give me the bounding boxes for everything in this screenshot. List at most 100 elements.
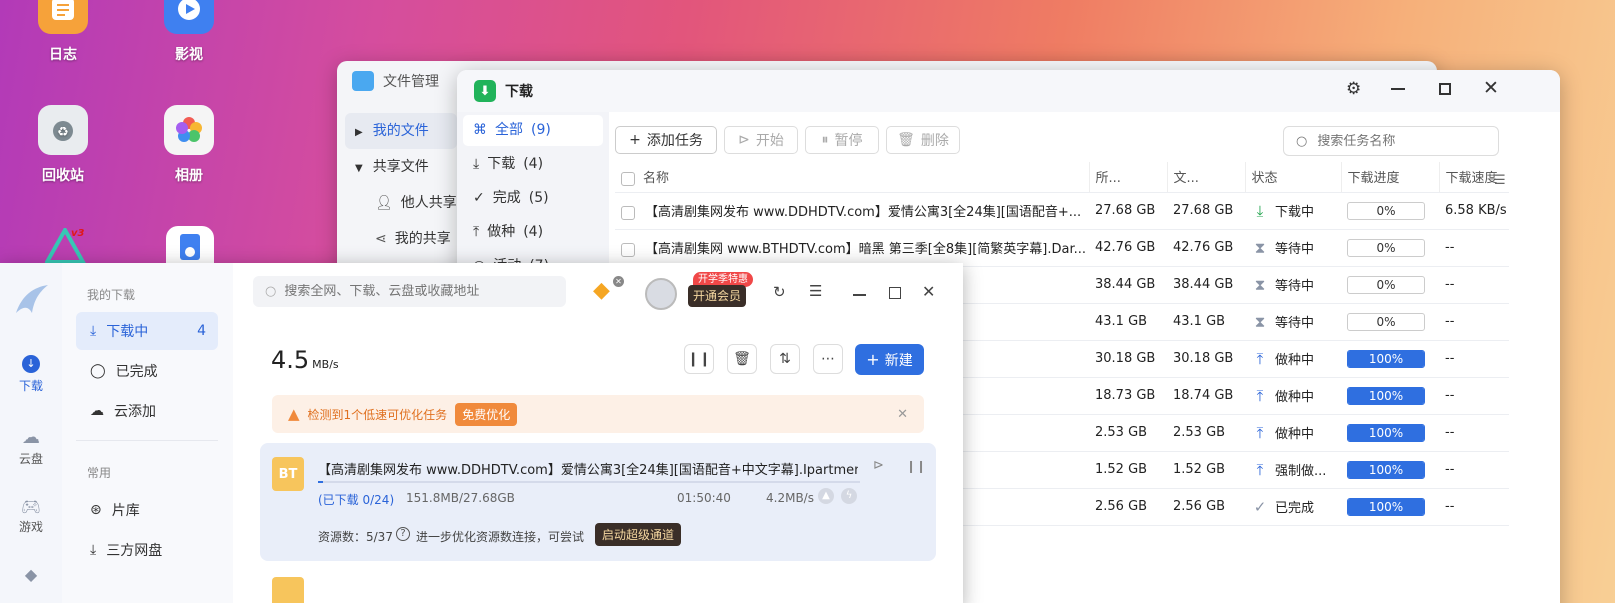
desktop-icon-log[interactable]: 日志 <box>18 0 108 64</box>
progress-bar: 100% <box>1347 386 1425 405</box>
progress-text: 0% <box>1376 203 1396 218</box>
vip-diamond-icon[interactable]: ◆ <box>593 278 610 303</box>
menu-library[interactable]: ⊛ 片库 <box>76 491 218 529</box>
rail-download[interactable]: ↓ 下载 <box>0 355 62 394</box>
pause-all-button[interactable]: ❙❙ <box>684 344 714 374</box>
cell-speed: -- <box>1439 229 1509 267</box>
filter-completed[interactable]: ✓ 完成 (5) <box>463 183 603 214</box>
help-icon[interactable]: ? <box>396 527 410 541</box>
download-status-icon: ⤓ <box>1256 201 1264 220</box>
task-progress-track <box>318 481 860 483</box>
download-tray-icon: ⤓ <box>90 542 97 558</box>
headset-icon[interactable]: ↻ <box>773 283 786 301</box>
cell-status: ⤒ 做种中 <box>1245 377 1341 415</box>
file-manager-nav: ▶ 我的文件 ▼ 共享文件 👤︎ 他人共享 ⋖ 我的共享 <box>345 113 457 257</box>
play-icon[interactable]: ⊳ <box>873 458 884 473</box>
column-settings-icon[interactable]: ☰ <box>1494 173 1506 188</box>
progress-bar: 0% <box>1347 201 1425 220</box>
cell-status: ✓ 已完成 <box>1245 488 1341 526</box>
sort-button[interactable]: ⇅ <box>770 344 800 374</box>
table-row[interactable]: 【高清剧集网 www.BTHDTV.com】暗黑 第三季[全8集][简繁英字幕]… <box>615 229 1509 267</box>
menu-icon[interactable]: ☰ <box>809 282 822 300</box>
nav-my-shares[interactable]: ⋖ 我的共享 <box>345 221 457 257</box>
close-icon[interactable]: ✕ <box>922 282 935 301</box>
start-button[interactable]: ⊳ 开始 <box>724 126 798 154</box>
menu-downloading[interactable]: ⤓ 下载中 4 <box>76 312 218 350</box>
pause-icon[interactable]: ❙❙ <box>906 459 926 473</box>
menu-count: 4 <box>197 323 206 339</box>
xunlei-logo-icon <box>0 283 62 320</box>
task-search[interactable]: ○ <box>1283 126 1499 156</box>
col-status[interactable]: 状态 <box>1244 162 1341 193</box>
desktop-icon-video[interactable]: 影视 <box>144 0 234 64</box>
cell-file-size: 38.44 GB <box>1167 266 1245 304</box>
new-task-button[interactable]: + 新建 <box>855 344 924 375</box>
settings-gear-icon[interactable]: ⚙ <box>1346 79 1361 99</box>
rail-cloud[interactable]: ☁ 云盘 <box>0 427 62 467</box>
col-progress[interactable]: 下载进度 <box>1340 162 1439 193</box>
maximize-icon[interactable] <box>889 287 901 299</box>
add-task-button[interactable]: + 添加任务 <box>615 126 717 154</box>
progress-text: 100% <box>1368 388 1404 403</box>
rail-label: 下载 <box>18 379 43 393</box>
boost-icon[interactable]: ▲ <box>818 488 834 504</box>
close-badge-icon[interactable]: ✕ <box>613 276 624 287</box>
check-circle-icon: ◯ <box>90 363 106 379</box>
super-channel-button[interactable]: 启动超级通道 <box>595 523 682 546</box>
lightning-icon[interactable]: ϟ <box>841 488 857 504</box>
col-name[interactable]: 名称 <box>615 162 1089 193</box>
desktop-icon-photos[interactable]: 相册 <box>144 105 234 185</box>
filter-all[interactable]: ⌘ 全部 (9) <box>463 115 603 146</box>
cell-progress: 0% <box>1341 229 1439 267</box>
menu-cloud-add[interactable]: ☁ 云添加 <box>76 392 218 430</box>
close-warning-icon[interactable]: ✕ <box>897 407 908 422</box>
file-manager-title: 文件管理 <box>352 71 439 91</box>
nav-shared-files[interactable]: ▼ 共享文件 <box>345 149 457 185</box>
video-app-icon <box>164 0 214 34</box>
cell-file-size: 27.68 GB <box>1167 192 1245 230</box>
menu-completed[interactable]: ◯ 已完成 <box>76 352 218 390</box>
cell-size: 1.52 GB <box>1089 451 1167 489</box>
cloud-upload-icon: ☁ <box>90 403 104 419</box>
next-task-card[interactable] <box>260 575 936 603</box>
diamond-icon[interactable]: ◆ <box>0 565 62 584</box>
xunlei-search[interactable]: ○ <box>253 276 566 307</box>
maximize-icon[interactable] <box>1439 83 1451 95</box>
desktop-icon-recycle[interactable]: ♻ 回收站 <box>18 105 108 185</box>
filter-downloading[interactable]: ⤓ 下载 (4) <box>463 149 603 180</box>
cell-speed: -- <box>1439 451 1509 489</box>
close-icon[interactable]: ✕ <box>1483 77 1499 99</box>
nav-shared-by-others[interactable]: 👤︎ 他人共享 <box>345 185 457 221</box>
filter-label: 下载 <box>487 156 516 172</box>
filter-count: (9) <box>531 122 551 138</box>
pause-button[interactable]: ⏸︎ 暂停 <box>805 126 879 154</box>
select-all-checkbox[interactable] <box>621 171 635 186</box>
delete-all-button[interactable]: 🗑︎ <box>727 344 757 374</box>
col-size[interactable]: 所... <box>1088 162 1167 193</box>
minimize-icon[interactable] <box>1391 88 1405 90</box>
filter-label: 做种 <box>487 224 516 240</box>
nav-my-files[interactable]: ▶ 我的文件 <box>345 113 457 149</box>
menu-third-party-disk[interactable]: ⤓ 三方网盘 <box>76 531 218 569</box>
col-filesize[interactable]: 文... <box>1166 162 1245 193</box>
scanner-app-icon[interactable] <box>166 226 214 266</box>
minimize-icon[interactable] <box>853 294 866 296</box>
filter-seeding[interactable]: ⤒ 做种 (4) <box>463 217 603 248</box>
delete-button[interactable]: 🗑︎ 删除 <box>886 126 960 154</box>
v3-app-icon[interactable]: v3 <box>43 225 89 268</box>
free-optimize-button[interactable]: 免费优化 <box>455 402 518 426</box>
task-card[interactable]: BT 【高清剧集网发布 www.DDHDTV.com】爱情公寓3[全24集][国… <box>260 443 936 561</box>
open-vip-button[interactable]: 开通会员 <box>688 285 746 307</box>
row-checkbox[interactable] <box>621 242 635 257</box>
bt-file-icon <box>272 577 304 603</box>
table-row[interactable]: 【高清剧集网发布 www.DDHDTV.com】爱情公寓3[全24集][国语配音… <box>615 192 1509 230</box>
row-checkbox[interactable] <box>621 205 635 220</box>
more-button[interactable]: ⋯ <box>813 344 843 374</box>
avatar[interactable] <box>645 278 677 310</box>
status-text: 已完成 <box>1275 501 1315 516</box>
bt-file-icon: BT <box>272 457 304 491</box>
xunlei-search-input[interactable] <box>284 284 555 299</box>
task-search-input[interactable] <box>1317 133 1468 149</box>
cell-progress: 0% <box>1341 303 1439 341</box>
rail-games[interactable]: 🎮︎ 游戏 <box>0 497 62 535</box>
